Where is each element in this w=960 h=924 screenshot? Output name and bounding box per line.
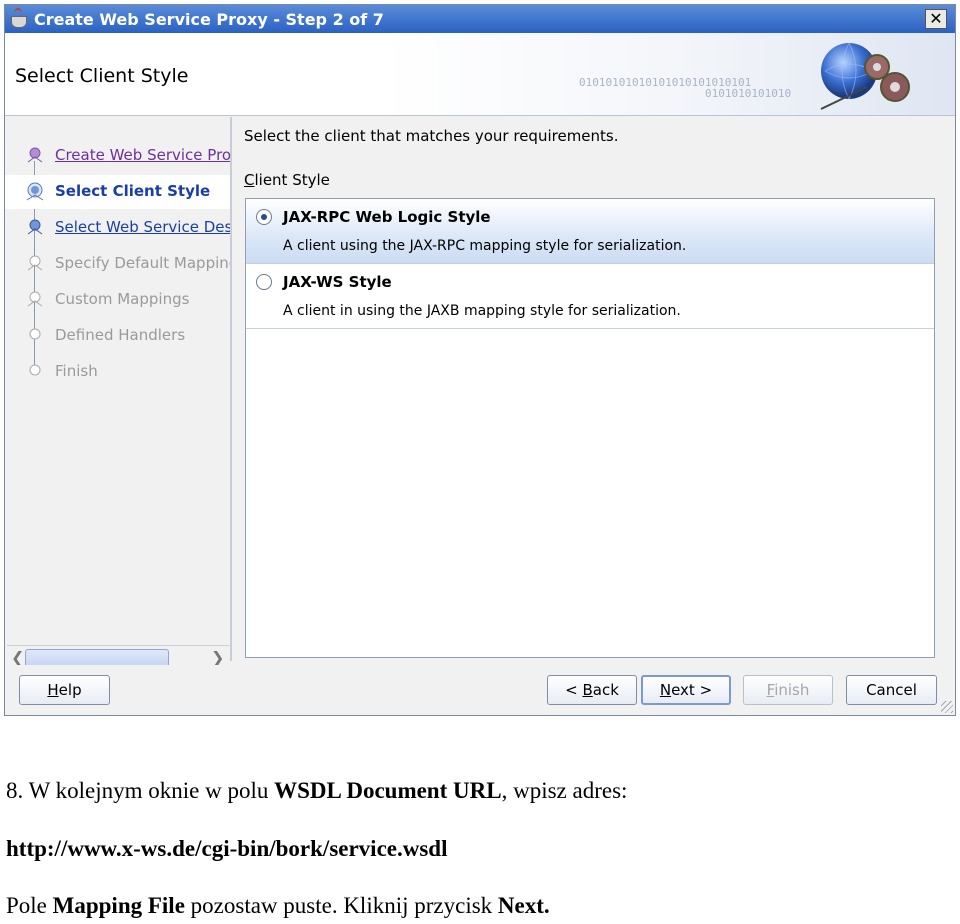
option-title: JAX-RPC Web Logic Style <box>283 208 491 226</box>
next-button[interactable]: Next > <box>641 675 731 705</box>
page-title: Select Client Style <box>15 65 189 87</box>
resize-grip-icon[interactable] <box>941 701 953 713</box>
person-step-icon <box>27 291 43 307</box>
option-description: A client using the JAX-RPC mapping style… <box>283 238 687 254</box>
instructions-text: Select the client that matches your requ… <box>244 127 619 145</box>
radio-button-selected[interactable] <box>256 209 272 225</box>
title-bar: Create Web Service Proxy - Step 2 of 7 ✕ <box>5 5 955 33</box>
window-title: Create Web Service Proxy - Step 2 of 7 <box>34 9 384 29</box>
radio-button[interactable] <box>256 274 272 290</box>
option-description: A client in using the JAXB mapping style… <box>283 303 681 319</box>
option-title: JAX-WS Style <box>283 273 392 291</box>
step-label: Finish <box>55 362 98 380</box>
instruction-line-3: Pole Mapping File pozostaw puste. Klikni… <box>6 893 550 918</box>
step-select-client-style[interactable]: Select Client Style <box>5 175 230 209</box>
step-label: Select Web Service Description <box>55 218 230 236</box>
step-defined-handlers: Defined Handlers <box>5 319 230 353</box>
circle-step-icon <box>29 364 41 376</box>
step-label: Select Client Style <box>55 182 211 200</box>
cancel-button[interactable]: Cancel <box>846 675 937 705</box>
globe-gears-icon <box>820 42 910 110</box>
finish-button: Finish <box>743 675 833 705</box>
step-finish: Finish <box>5 355 230 389</box>
create-web-service-proxy-dialog: Create Web Service Proxy - Step 2 of 7 ✕… <box>4 4 956 716</box>
circle-step-icon <box>29 328 41 340</box>
wizard-header: Select Client Style 01010101010101010101… <box>5 33 955 116</box>
option-jax-ws-style[interactable]: JAX-WS Style A client in using the JAXB … <box>246 264 934 329</box>
option-jax-rpc-web-logic-style[interactable]: JAX-RPC Web Logic Style A client using t… <box>246 199 934 264</box>
button-bar: Help < Back Next > Finish Cancel <box>5 665 955 715</box>
person-step-icon <box>26 182 44 201</box>
help-button[interactable]: Help <box>19 675 110 705</box>
wsdl-url-text: http://www.x-ws.de/cgi-bin/bork/service.… <box>6 836 448 861</box>
coffee-cup-icon <box>8 8 30 30</box>
step-label: Create Web Service Proxy <box>55 146 230 164</box>
client-style-label: Client Style <box>244 171 330 189</box>
instruction-line-1: 8. W kolejnym oknie w polu WSDL Document… <box>6 778 628 803</box>
step-label: Specify Default Mapping Options <box>55 254 230 272</box>
step-custom-mappings: Custom Mappings <box>5 283 230 317</box>
person-step-icon <box>27 255 43 271</box>
back-button[interactable]: < Back <box>547 675 637 705</box>
wizard-steps-panel: Create Web Service Proxy Select Client S… <box>5 117 230 670</box>
step-label: Defined Handlers <box>55 326 186 344</box>
step-create-web-service-proxy[interactable]: Create Web Service Proxy <box>5 139 230 173</box>
client-style-list: JAX-RPC Web Logic Style A client using t… <box>245 198 935 658</box>
person-step-icon <box>27 147 43 163</box>
step-label: Custom Mappings <box>55 290 190 308</box>
step-select-web-service-description[interactable]: Select Web Service Description <box>5 211 230 245</box>
person-step-icon <box>27 219 43 235</box>
panel-divider <box>230 117 232 661</box>
binary-decoration: 01010101010101010101010101 0101010101010 <box>579 76 792 100</box>
close-button[interactable]: ✕ <box>925 9 947 29</box>
step-specify-default-mapping-options: Specify Default Mapping Options <box>5 247 230 281</box>
